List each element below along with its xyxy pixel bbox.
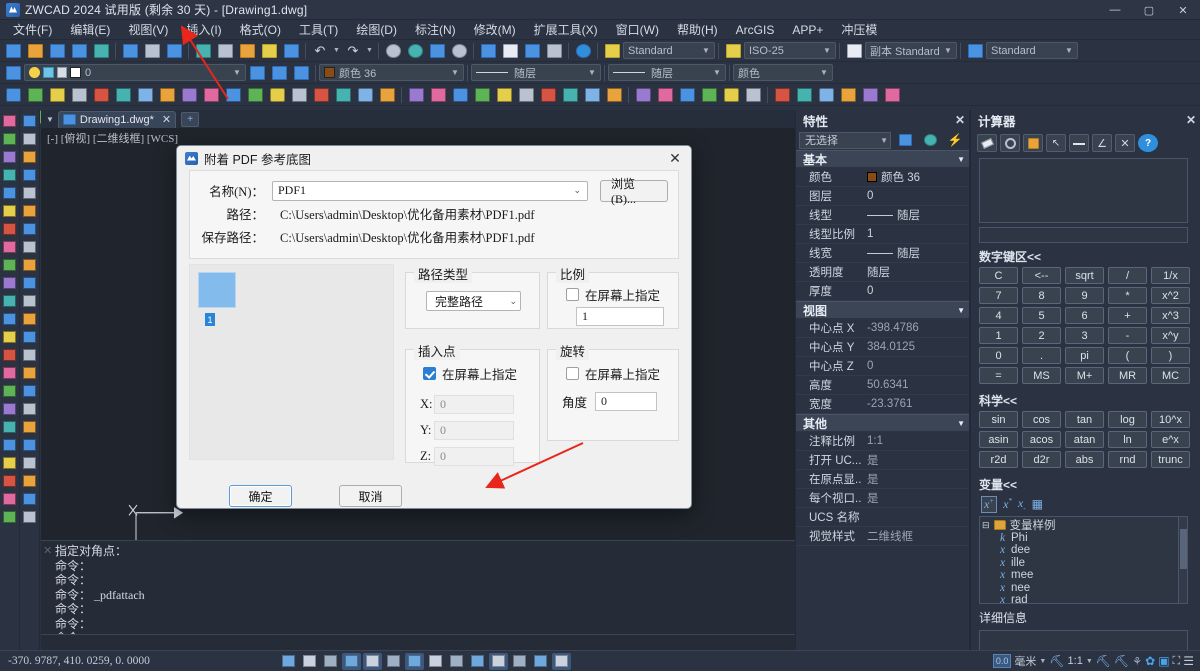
y-label: Y: — [420, 423, 432, 437]
angle-input[interactable]: 0 — [595, 392, 658, 411]
preview-page-thumb — [198, 272, 236, 308]
name-row: 名称(N)： PDF1 ⌄ 浏览(B)... — [200, 177, 668, 206]
z-label: Z: — [420, 449, 432, 463]
z-value: 0 — [440, 449, 446, 463]
scale-group: 比例 在屏幕上指定 1 — [547, 264, 679, 329]
scale-input[interactable]: 1 — [576, 307, 664, 326]
scale-value: 1 — [582, 309, 588, 323]
angle-value: 0 — [601, 394, 608, 408]
zwcad-application-window: ZWCAD 2024 试用版 (剩余 30 天) - [Drawing1.dwg… — [0, 0, 1200, 671]
checkbox-icon[interactable] — [566, 288, 579, 301]
insertion-checkbox-label: 在屏幕上指定 — [442, 368, 518, 382]
insertion-specify-onscreen-checkbox[interactable]: 在屏幕上指定 — [423, 364, 517, 383]
checkbox-icon[interactable] — [566, 367, 579, 380]
z-input[interactable]: 0 — [434, 447, 514, 466]
path-label: 路径： — [226, 208, 264, 222]
insertion-point-legend: 插入点 — [414, 341, 460, 360]
insertion-z-row: Z: 0 — [406, 447, 539, 466]
scale-checkbox-label: 在屏幕上指定 — [585, 289, 661, 303]
ok-button[interactable]: 确定 — [229, 485, 292, 507]
saved-path-value: C:\Users\admin\Desktop\优化备用素材\PDF1.pdf — [280, 231, 535, 245]
y-input[interactable]: 0 — [434, 421, 514, 440]
y-value: 0 — [440, 423, 446, 437]
dialog-title-bar: 附着 PDF 参考底图 ✕ — [177, 146, 691, 170]
pdf-name-value: PDF1 — [278, 183, 307, 197]
insertion-point-group: 插入点 在屏幕上指定 X: 0 Y: 0 Z: 0 — [405, 341, 540, 466]
dialog-close-button[interactable]: ✕ — [663, 150, 687, 167]
rotation-legend: 旋转 — [556, 341, 590, 360]
rotation-group: 旋转 在屏幕上指定 角度 0 — [547, 341, 679, 441]
file-info-box: 名称(N)： PDF1 ⌄ 浏览(B)... 路径： C:\Users\admi… — [189, 170, 679, 259]
chevron-down-icon[interactable]: ⌄ — [573, 185, 585, 196]
path-type-group: 路径类型 完整路径 ⌄ — [405, 264, 540, 329]
dialog-title: 附着 PDF 参考底图 — [204, 152, 311, 167]
rotation-angle-row: 角度 0 — [562, 392, 658, 411]
attach-pdf-dialog: 附着 PDF 参考底图 ✕ 名称(N)： PDF1 ⌄ 浏览(B)... 路径： — [176, 145, 692, 509]
angle-label: 角度 — [562, 396, 588, 410]
scale-specify-onscreen-checkbox[interactable]: 在屏幕上指定 — [566, 285, 660, 304]
x-input[interactable]: 0 — [434, 395, 514, 414]
checkbox-icon[interactable] — [423, 367, 436, 380]
path-type-combo[interactable]: 完整路径 ⌄ — [426, 291, 521, 311]
pdf-name-combo[interactable]: PDF1 ⌄ — [272, 180, 588, 201]
saved-path-row: 保存路径： C:\Users\admin\Desktop\优化备用素材\PDF1… — [200, 225, 668, 248]
insertion-y-row: Y: 0 — [406, 421, 539, 440]
x-value: 0 — [440, 397, 446, 411]
preview-page-number: 1 — [205, 313, 215, 326]
dialog-overlay: 附着 PDF 参考底图 ✕ 名称(N)： PDF1 ⌄ 浏览(B)... 路径： — [0, 0, 1200, 671]
path-type-value: 完整路径 — [435, 294, 484, 309]
scale-legend: 比例 — [556, 264, 590, 283]
dialog-body: 名称(N)： PDF1 ⌄ 浏览(B)... 路径： C:\Users\admi… — [177, 170, 691, 259]
x-label: X: — [420, 397, 433, 411]
rotation-checkbox-label: 在屏幕上指定 — [585, 368, 661, 382]
path-type-legend: 路径类型 — [414, 264, 473, 283]
cancel-button[interactable]: 取消 — [339, 485, 402, 507]
chevron-down-icon[interactable]: ⌄ — [509, 296, 517, 307]
saved-path-label: 保存路径： — [201, 231, 264, 245]
path-value: C:\Users\admin\Desktop\优化备用素材\PDF1.pdf — [280, 208, 535, 222]
dialog-app-icon — [185, 151, 198, 165]
name-label: 名称(N)： — [209, 185, 264, 199]
insertion-x-row: X: 0 — [406, 395, 539, 414]
browse-button[interactable]: 浏览(B)... — [600, 177, 668, 206]
pdf-preview: 1 — [189, 264, 394, 460]
path-row: 路径： C:\Users\admin\Desktop\优化备用素材\PDF1.p… — [200, 202, 668, 225]
rotation-specify-onscreen-checkbox[interactable]: 在屏幕上指定 — [566, 364, 660, 383]
